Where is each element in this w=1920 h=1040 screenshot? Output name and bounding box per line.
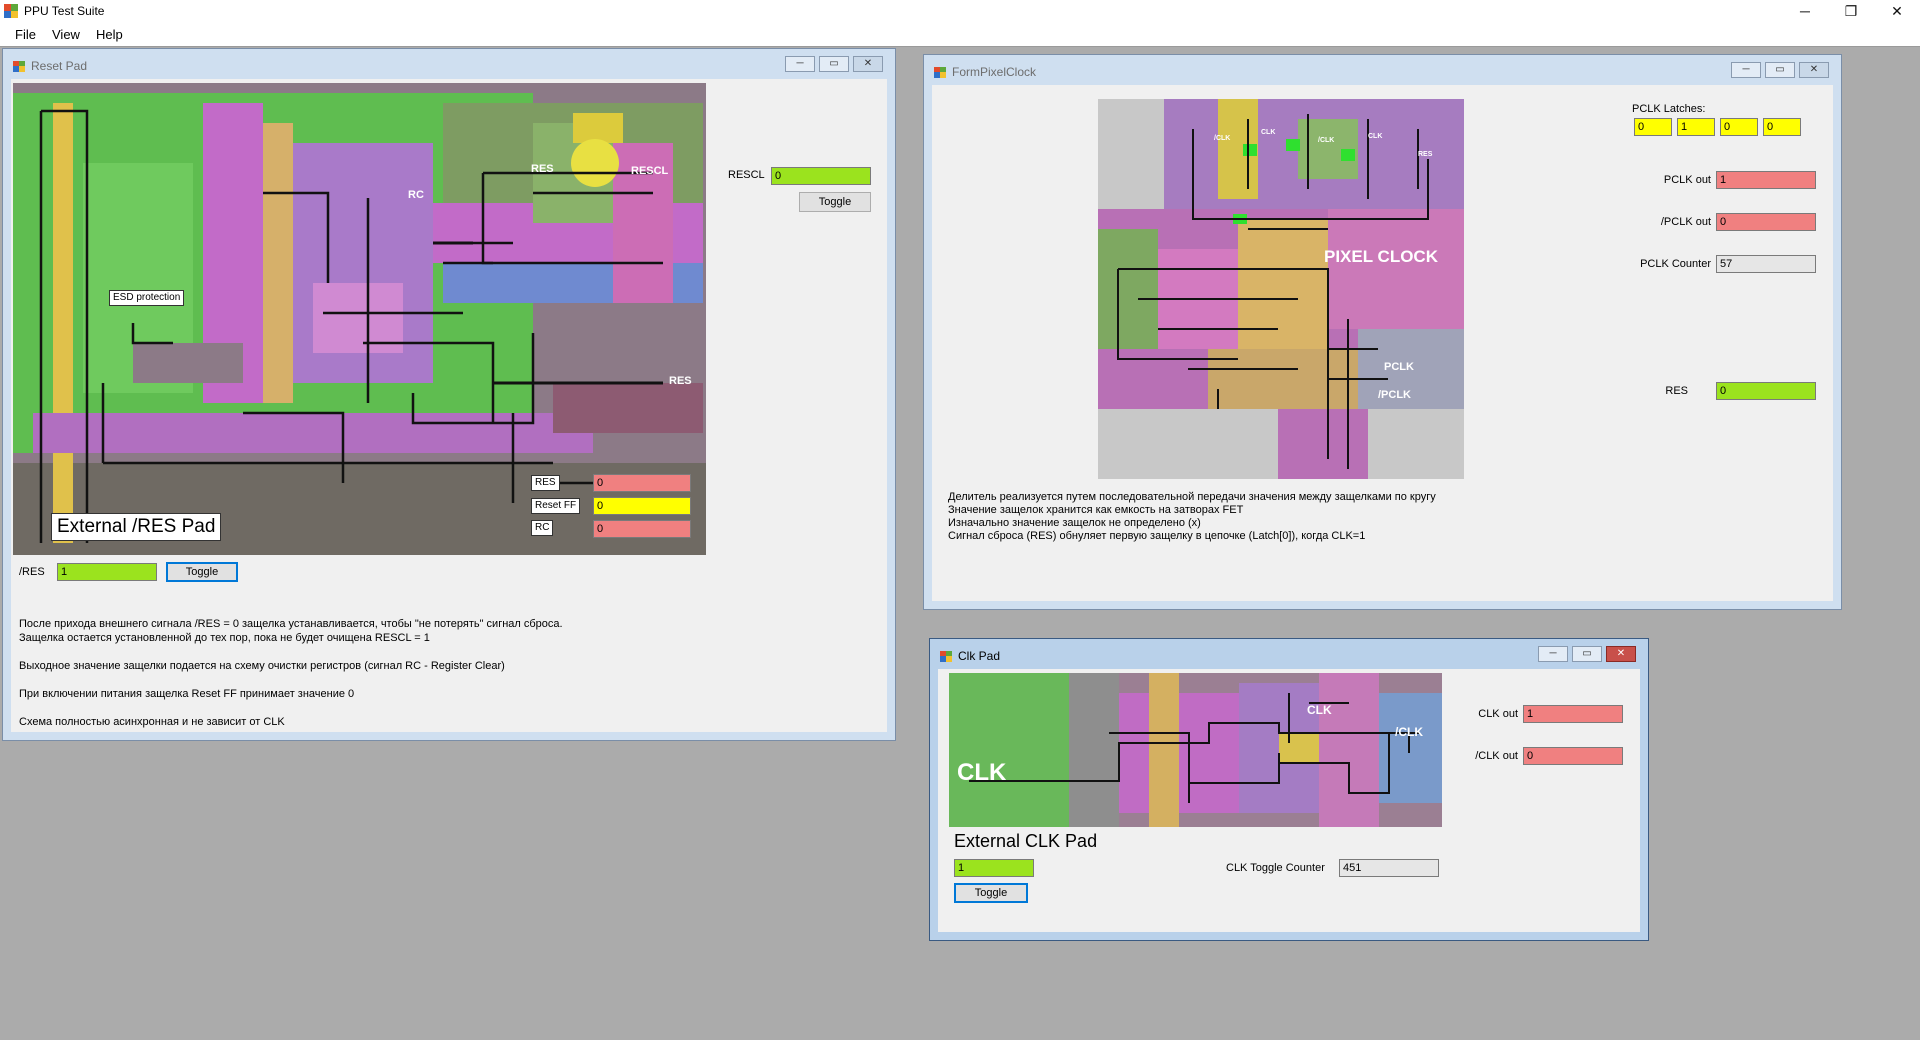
die-label-esd: ESD protection xyxy=(109,290,185,306)
pixel-clock-window: FormPixelClock ─ ▭ ✕ PIXEL CLOCK PCLK /P… xyxy=(923,54,1842,610)
pclk-latch-3: 0 xyxy=(1763,118,1801,136)
window-maximize-button[interactable]: ▭ xyxy=(819,56,849,72)
maximize-button[interactable]: ❐ xyxy=(1828,0,1874,22)
window-caption: Clk Pad xyxy=(958,649,1001,663)
window-caption: Reset Pad xyxy=(31,59,88,73)
die-label-clk: CLK xyxy=(957,759,1007,786)
minimize-button[interactable]: ─ xyxy=(1782,0,1828,22)
app-title: PPU Test Suite xyxy=(24,4,105,18)
pixel-clock-die-image: PIXEL CLOCK PCLK /PCLK /CLK CLK /CLK CLK… xyxy=(1098,99,1464,479)
die-label-external: External /RES Pad xyxy=(51,513,222,541)
window-icon xyxy=(940,651,952,662)
res-field: 0 xyxy=(593,474,691,492)
res-field-label: RES xyxy=(531,475,560,491)
die-label-rc: RC xyxy=(408,189,424,201)
pclk-out-field: 1 xyxy=(1716,171,1816,189)
close-button[interactable]: ✕ xyxy=(1874,0,1920,22)
window-maximize-button[interactable]: ▭ xyxy=(1572,646,1602,662)
reset-ff-field-label: Reset FF xyxy=(531,498,581,514)
pixel-clock-client: PIXEL CLOCK PCLK /PCLK /CLK CLK /CLK CLK… xyxy=(932,85,1833,601)
reset-pad-client: RES RESCL RC RES ESD protection External… xyxy=(11,79,887,732)
menu-view[interactable]: View xyxy=(52,27,80,42)
menu-help[interactable]: Help xyxy=(96,27,123,42)
menu-bar: File View Help xyxy=(0,22,1920,47)
die-label-npclk: /PCLK xyxy=(1378,389,1411,401)
die-label-nclk-1: /CLK xyxy=(1214,135,1231,142)
pclk-counter-label: PCLK Counter xyxy=(1640,258,1711,270)
die-label-rescl: RESCL xyxy=(631,165,669,177)
die-label-nclk-2: /CLK xyxy=(1318,137,1335,144)
reset-pad-notes: После прихода внешнего сигнала /RES = 0 … xyxy=(19,618,563,728)
window-close-button[interactable]: ✕ xyxy=(1799,62,1829,78)
window-caption: FormPixelClock xyxy=(952,65,1037,79)
res-label: RES xyxy=(1665,385,1688,397)
clk-pad-client: CLK CLK /CLK External CLK Pad 1 Toggle C… xyxy=(938,669,1640,932)
rc-field: 0 xyxy=(593,520,691,538)
window-close-button[interactable]: ✕ xyxy=(853,56,883,72)
npclk-out-field: 0 xyxy=(1716,213,1816,231)
pclk-out-label: PCLK out xyxy=(1663,174,1711,186)
npclk-out-label: /PCLK out xyxy=(1660,216,1711,228)
die-label-pclk: PCLK xyxy=(1384,361,1414,373)
nclk-out-field: 0 xyxy=(1523,747,1623,765)
pixel-clock-notes: Делитель реализуется путем последователь… xyxy=(948,491,1436,542)
window-minimize-button[interactable]: ─ xyxy=(785,56,815,72)
clk-toggle-button[interactable]: Toggle xyxy=(954,883,1028,903)
die-label-clk-out: CLK xyxy=(1307,703,1332,717)
die-label-nclk-out: /CLK xyxy=(1395,725,1423,739)
rescl-label: RESCL xyxy=(728,169,765,181)
pclk-counter-field: 57 xyxy=(1716,255,1816,273)
app-title-bar: PPU Test Suite ─ ❐ ✕ xyxy=(0,0,1920,22)
rescl-toggle-button[interactable]: Toggle xyxy=(799,192,871,212)
nclk-out-label: /CLK out xyxy=(1475,750,1518,762)
nres-toggle-button[interactable]: Toggle xyxy=(166,562,238,582)
window-icon xyxy=(934,67,946,78)
pclk-latch-1: 1 xyxy=(1677,118,1715,136)
res-field: 0 xyxy=(1716,382,1816,400)
reset-ff-field: 0 xyxy=(593,497,691,515)
external-clk-pad-label: External CLK Pad xyxy=(954,831,1098,851)
clk-toggle-counter-field: 451 xyxy=(1339,859,1439,877)
app-icon xyxy=(4,4,18,18)
clk-out-label: CLK out xyxy=(1478,708,1518,720)
window-minimize-button[interactable]: ─ xyxy=(1731,62,1761,78)
menu-file[interactable]: File xyxy=(15,27,36,42)
die-label-res: RES xyxy=(1418,151,1433,158)
window-close-button[interactable]: ✕ xyxy=(1606,646,1636,662)
die-label-res-top: RES xyxy=(531,163,554,175)
die-label-clk-2: CLK xyxy=(1368,133,1383,140)
nres-label: /RES xyxy=(19,566,45,578)
nres-field[interactable]: 1 xyxy=(57,563,157,581)
clk-toggle-counter-label: CLK Toggle Counter xyxy=(1226,862,1325,874)
window-maximize-button[interactable]: ▭ xyxy=(1765,62,1795,78)
rescl-field[interactable]: 0 xyxy=(771,167,871,185)
pclk-latch-2: 0 xyxy=(1720,118,1758,136)
clk-pad-window: Clk Pad ─ ▭ ✕ CLK CLK /CLK External CLK … xyxy=(929,638,1649,941)
die-label-pixel-clock: PIXEL CLOCK xyxy=(1324,247,1438,266)
pclk-latch-0: 0 xyxy=(1634,118,1672,136)
reset-pad-die-image: RES RESCL RC RES ESD protection External… xyxy=(13,83,706,555)
reset-pad-window: Reset Pad ─ ▭ ✕ RES RESCL RC RES ESD pro… xyxy=(2,48,896,741)
window-icon xyxy=(13,61,25,72)
die-label-clk-1: CLK xyxy=(1261,129,1276,136)
die-label-res-out: RES xyxy=(669,375,692,387)
rc-field-label: RC xyxy=(531,520,554,536)
clk-field[interactable]: 1 xyxy=(954,859,1034,877)
clk-out-field: 1 xyxy=(1523,705,1623,723)
pclk-latches-label: PCLK Latches: xyxy=(1632,103,1706,115)
clk-pad-die-image: CLK CLK /CLK xyxy=(949,673,1442,827)
window-minimize-button[interactable]: ─ xyxy=(1538,646,1568,662)
